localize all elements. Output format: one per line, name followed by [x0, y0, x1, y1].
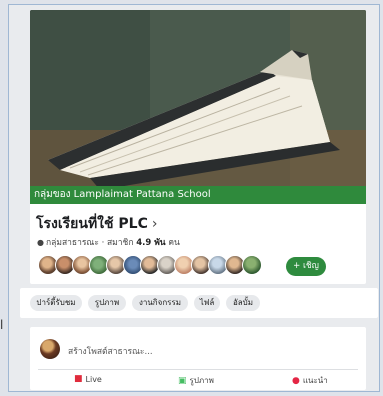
invite-button[interactable]: + เชิญ [286, 257, 326, 276]
tab-watch-party[interactable]: ปาร์ตี้รับชม [30, 295, 82, 311]
post-composer: สร้างโพสต์สาธารณะ... ■ Live ▣ รูปภาพ ● แ… [30, 327, 366, 390]
avatar[interactable] [242, 255, 262, 275]
privacy-label: กลุ่มสาธารณะ [45, 238, 99, 248]
avatar[interactable] [40, 339, 60, 359]
chevron-right-icon[interactable]: › [152, 216, 158, 232]
group-tabs-bar: ปาร์ตี้รับชม รูปภาพ งานกิจกรรม ไฟล์ อัลบ… [20, 288, 378, 318]
photo-icon: ▣ [178, 375, 187, 386]
members-suffix: คน [168, 238, 180, 248]
divider [38, 369, 358, 370]
recommend-icon: ● [292, 375, 300, 386]
group-meta: ● กลุ่มสาธารณะ · สมาชิก 4.9 พัน คน [37, 235, 180, 249]
live-icon: ■ [74, 374, 83, 384]
members-count[interactable]: 4.9 พัน [136, 238, 165, 248]
member-avatars[interactable] [38, 255, 262, 279]
photo-label: รูปภาพ [189, 376, 214, 385]
tab-files[interactable]: ไฟล์ [194, 295, 220, 311]
group-header-card: กลุ่มของ Lamplaimat Pattana School โรงเร… [30, 10, 366, 284]
group-owner-strip[interactable]: กลุ่มของ Lamplaimat Pattana School [30, 186, 366, 204]
partial-side-text: l [0, 318, 4, 332]
photo-button[interactable]: ▣ รูปภาพ [178, 374, 214, 387]
members-prefix: · สมาชิก [101, 238, 134, 248]
live-label: Live [85, 374, 102, 384]
globe-icon: ● [37, 238, 44, 247]
recommend-label: แนะนำ [302, 376, 328, 385]
cover-photo[interactable] [30, 10, 366, 196]
book-cover-image [30, 10, 366, 196]
tab-albums[interactable]: อัลบั้ม [226, 295, 260, 311]
recommend-button[interactable]: ● แนะนำ [292, 374, 328, 387]
group-name[interactable]: โรงเรียนที่ใช้ PLC [36, 216, 148, 232]
live-button[interactable]: ■ Live [74, 374, 102, 384]
compose-input[interactable]: สร้างโพสต์สาธารณะ... [68, 344, 153, 358]
tab-events[interactable]: งานกิจกรรม [132, 295, 188, 311]
group-title[interactable]: โรงเรียนที่ใช้ PLC › [36, 213, 157, 235]
tab-photos[interactable]: รูปภาพ [88, 295, 126, 311]
